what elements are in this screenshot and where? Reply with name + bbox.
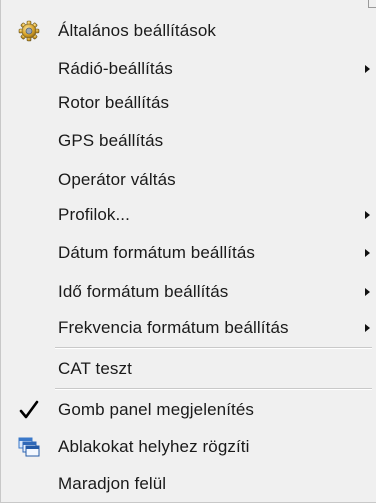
menu-item-date-format[interactable]: Dátum formátum beállítás	[1, 234, 376, 272]
menu-item-label: GPS beállítás	[58, 131, 164, 150]
menu-item-label: Dátum formátum beállítás	[58, 243, 256, 262]
menu-item-profiles[interactable]: Profilok...	[1, 196, 376, 234]
menu-separator	[55, 347, 372, 349]
menu-corner	[368, 0, 376, 8]
menu-item-lock-windows[interactable]: Ablakokat helyhez rögzíti	[1, 428, 376, 466]
menu-item-label: Rotor beállítás	[58, 93, 170, 112]
menu-item-label: Frekvencia formátum beállítás	[58, 318, 289, 337]
menu-item-general-settings[interactable]: Általános beállítások	[1, 12, 376, 50]
menu-item-gps-settings[interactable]: GPS beállítás	[1, 122, 376, 160]
menu-item-time-format[interactable]: Idő formátum beállítás	[1, 273, 376, 311]
menu-item-label: Profilok...	[58, 205, 130, 224]
menu-item-stay-on-top[interactable]: Maradjon felül	[1, 465, 376, 503]
menu-item-operator-switch[interactable]: Operátor váltás	[1, 161, 376, 199]
submenu-arrow-icon	[365, 249, 370, 257]
context-menu: Általános beállítások Rádió-beállítás Ro…	[0, 0, 376, 503]
menu-item-button-panel[interactable]: Gomb panel megjelenítés	[1, 391, 376, 429]
menu-separator	[55, 388, 372, 390]
submenu-arrow-icon	[365, 65, 370, 73]
menu-item-rotor-settings[interactable]: Rotor beállítás	[1, 84, 376, 122]
checkmark-icon	[17, 398, 41, 422]
menu-item-label: Operátor váltás	[58, 170, 176, 189]
menu-item-label: Ablakokat helyhez rögzíti	[58, 437, 250, 456]
submenu-arrow-icon	[365, 324, 370, 332]
menu-item-label: CAT teszt	[58, 359, 132, 378]
menu-item-frequency-format[interactable]: Frekvencia formátum beállítás	[1, 309, 376, 347]
gear-icon	[17, 19, 41, 43]
menu-item-label: Rádió-beállítás	[58, 59, 173, 78]
windows-stack-icon	[17, 435, 41, 459]
menu-item-radio-settings[interactable]: Rádió-beállítás	[1, 50, 376, 88]
menu-item-label: Általános beállítások	[58, 21, 217, 40]
submenu-arrow-icon	[365, 288, 370, 296]
menu-item-cat-test[interactable]: CAT teszt	[1, 350, 376, 388]
submenu-arrow-icon	[365, 211, 370, 219]
menu-item-label: Maradjon felül	[58, 474, 167, 493]
menu-item-label: Gomb panel megjelenítés	[58, 400, 255, 419]
menu-item-label: Idő formátum beállítás	[58, 282, 229, 301]
